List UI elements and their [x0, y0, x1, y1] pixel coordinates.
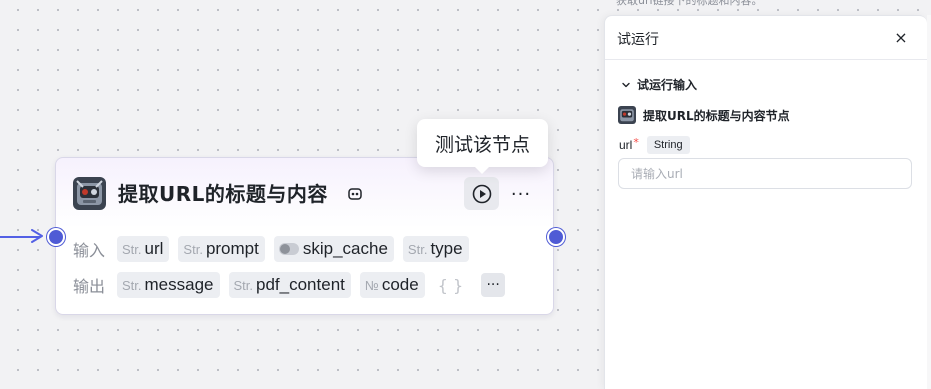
- play-circle-icon: [472, 184, 491, 203]
- param-type: Str.: [122, 241, 142, 257]
- url-field-label-row: url * String: [619, 136, 690, 154]
- field-type-tag: String: [646, 136, 690, 154]
- param-type: Str.: [183, 241, 203, 257]
- url-input[interactable]: [618, 158, 912, 189]
- plugin-badge-icon: [348, 188, 362, 200]
- param-type: Str.: [233, 277, 254, 293]
- input-param: Str. prompt: [178, 236, 265, 262]
- test-node-tooltip: 测试该节点: [417, 119, 548, 174]
- node-description-text: 获取url链接下的标题和内容。: [616, 0, 763, 7]
- outputs-label: 输出: [73, 277, 106, 296]
- node-reference-title: 提取URL的标题与内容节点: [643, 108, 790, 123]
- input-param: Str. type: [402, 236, 469, 262]
- param-name: message: [144, 275, 214, 294]
- test-run-panel: 试运行 × 试运行输入 提取URL的标题与内容节点 url * String: [604, 15, 927, 389]
- node-reference: 提取URL的标题与内容节点: [618, 106, 790, 124]
- param-type: Str.: [407, 241, 428, 257]
- param-name: pdf_content: [256, 275, 345, 294]
- node-title: 提取URL的标题与内容: [118, 182, 328, 206]
- field-name: url: [619, 138, 633, 152]
- node-outputs-row: 输出 Str. message Str. pdf_content № code …: [73, 272, 506, 298]
- param-type: Str.: [122, 277, 142, 293]
- section-label: 试运行输入: [637, 78, 698, 92]
- param-name: prompt: [205, 239, 259, 258]
- param-name: type: [430, 239, 463, 258]
- output-param: Str. pdf_content: [228, 272, 351, 298]
- run-node-button[interactable]: [464, 177, 499, 210]
- plugin-node-card[interactable]: 提取URL的标题与内容 ··· 输入 Str. url Str. prompt …: [55, 157, 554, 315]
- boolean-toggle-icon: [278, 243, 299, 255]
- node-input-port[interactable]: [47, 228, 65, 246]
- input-param: skip_cache: [273, 236, 394, 262]
- robot-avatar-icon: [618, 106, 636, 124]
- node-more-button[interactable]: ···: [507, 180, 535, 208]
- outputs-more-button[interactable]: ···: [481, 273, 506, 297]
- object-brace-icon: { }: [437, 275, 464, 295]
- panel-title: 试运行: [617, 32, 659, 48]
- edge-arrow-icon: [31, 229, 43, 243]
- panel-header: 试运行 ×: [605, 16, 927, 60]
- test-input-section-toggle[interactable]: 试运行输入: [621, 76, 697, 93]
- param-type: №: [364, 277, 379, 293]
- node-inputs-row: 输入 Str. url Str. prompt skip_cache Str. …: [73, 236, 478, 262]
- panel-edge-strip: [927, 15, 931, 389]
- chevron-down-icon: [622, 82, 630, 87]
- inputs-label: 输入: [73, 241, 106, 260]
- robot-avatar-icon: [73, 177, 106, 210]
- param-name: code: [381, 275, 419, 294]
- output-param: Str. message: [117, 272, 220, 298]
- node-output-port[interactable]: [547, 228, 565, 246]
- close-icon[interactable]: ×: [891, 27, 911, 47]
- input-param: Str. url: [117, 236, 170, 262]
- required-mark: *: [633, 135, 639, 149]
- param-name: skip_cache: [302, 239, 388, 258]
- param-name: url: [144, 239, 164, 258]
- output-param: № code: [359, 272, 425, 298]
